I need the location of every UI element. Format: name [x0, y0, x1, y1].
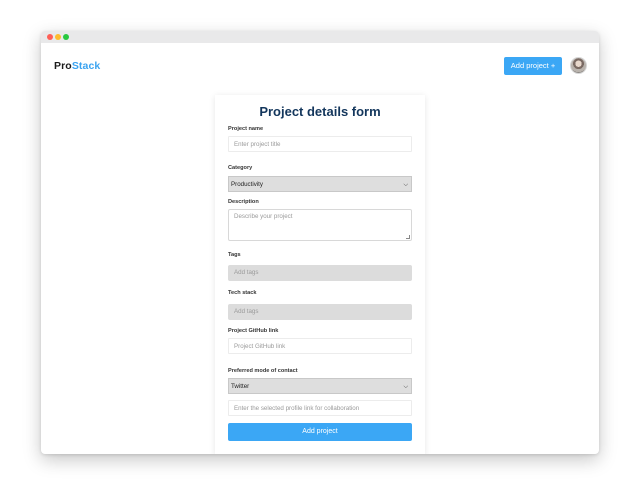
window-titlebar [41, 31, 599, 43]
category-selected-value: Productivity [231, 181, 263, 188]
chevron-down-icon: ⌵ [403, 182, 408, 188]
brand-logo-stack: Stack [71, 60, 101, 72]
category-label: Category [228, 165, 253, 171]
maximize-window-icon[interactable] [63, 34, 69, 40]
contact-mode-selected-value: Twitter [231, 383, 250, 390]
form-title: Project details form [259, 104, 381, 119]
brand-logo[interactable]: ProStack [54, 60, 100, 72]
description-placeholder: Describe your project [234, 213, 293, 220]
project-name-input[interactable]: Enter project title [228, 136, 412, 152]
description-textarea[interactable]: Describe your project [228, 209, 412, 241]
tags-input[interactable]: Add tags [228, 265, 412, 281]
browser-window: ProStack Add project + Project details f… [41, 31, 599, 454]
category-select[interactable]: Productivity ⌵ [228, 176, 412, 192]
navbar: ProStack Add project + [41, 43, 599, 83]
profile-link-placeholder: Enter the selected profile link for coll… [234, 405, 360, 412]
minimize-window-icon[interactable] [55, 34, 61, 40]
project-name-label: Project name [228, 126, 264, 132]
add-project-button[interactable]: Add project + [504, 57, 562, 75]
resize-handle-icon[interactable] [406, 235, 410, 239]
github-link-placeholder: Project GitHub link [234, 343, 286, 350]
github-link-label: Project GitHub link [228, 328, 279, 334]
github-link-input[interactable]: Project GitHub link [228, 338, 412, 354]
description-label: Description [228, 199, 259, 205]
close-window-icon[interactable] [47, 34, 53, 40]
tech-stack-placeholder: Add tags [234, 308, 259, 315]
profile-link-input[interactable]: Enter the selected profile link for coll… [228, 400, 412, 416]
chevron-down-icon: ⌵ [403, 384, 408, 390]
brand-logo-pro: Pro [54, 60, 72, 72]
contact-mode-select[interactable]: Twitter ⌵ [228, 378, 412, 394]
project-form-card: Project details form Project name Enter … [215, 95, 425, 454]
tech-stack-label: Tech stack [228, 290, 257, 296]
submit-add-project-button[interactable]: Add project [228, 423, 412, 441]
tags-label: Tags [228, 252, 241, 258]
tech-stack-input[interactable]: Add tags [228, 304, 412, 320]
user-avatar[interactable] [570, 57, 587, 74]
tags-placeholder: Add tags [234, 269, 259, 276]
project-name-placeholder: Enter project title [234, 141, 281, 148]
contact-mode-label: Preferred mode of contact [228, 368, 298, 374]
